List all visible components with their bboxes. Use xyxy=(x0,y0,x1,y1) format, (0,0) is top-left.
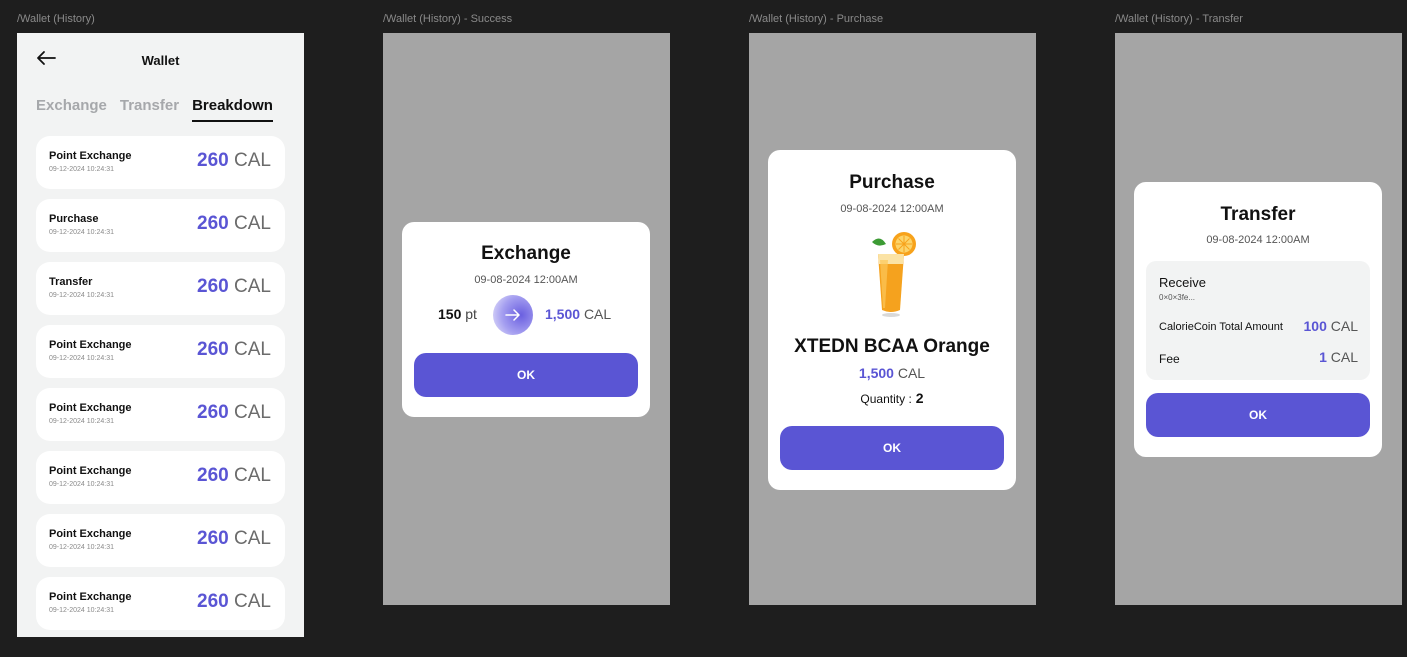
row-title: Point Exchange xyxy=(49,150,132,162)
row-date: 09-12-2024 10:24:31 xyxy=(49,418,114,425)
receive-label: Receive xyxy=(1159,275,1206,290)
exchange-to: 1,500 CAL xyxy=(545,306,612,322)
dialog-date: 09-08-2024 12:00AM xyxy=(1206,234,1310,246)
ok-button[interactable]: OK xyxy=(780,426,1004,470)
history-row[interactable]: Point Exchange 09-12-2024 10:24:31 260 CAL xyxy=(36,451,285,504)
receive-address: 0×0×3fe... xyxy=(1159,293,1196,302)
purchase-screen: Purchase 09-08-2024 12:00AM XTEDN BCAA O… xyxy=(749,33,1036,605)
row-amount: 260 CAL xyxy=(197,465,271,486)
history-row[interactable]: Point Exchange 09-12-2024 10:24:31 260 CAL xyxy=(36,325,285,378)
tab-breakdown[interactable]: Breakdown xyxy=(192,97,273,122)
row-date: 09-12-2024 10:24:31 xyxy=(49,355,114,362)
exchange-dialog: Exchange 09-08-2024 12:00AM 150 pt 1,500… xyxy=(402,222,650,417)
history-row[interactable]: Transfer 09-12-2024 10:24:31 260 CAL xyxy=(36,262,285,315)
row-title: Point Exchange xyxy=(49,591,132,603)
row-amount: 260 CAL xyxy=(197,276,271,297)
dialog-title: Transfer xyxy=(1220,204,1296,225)
ok-button[interactable]: OK xyxy=(414,353,638,397)
history-row[interactable]: Purchase 09-12-2024 10:24:31 260 CAL xyxy=(36,199,285,252)
product-image xyxy=(872,232,916,317)
row-amount: 260 CAL xyxy=(197,402,271,423)
row-date: 09-12-2024 10:24:31 xyxy=(49,607,114,614)
dialog-title: Exchange xyxy=(481,243,571,264)
dialog-date: 09-08-2024 12:00AM xyxy=(474,274,578,286)
frame-label-purchase: /Wallet (History) - Purchase xyxy=(749,13,884,25)
row-amount: 260 CAL xyxy=(197,591,271,612)
frame-label-success: /Wallet (History) - Success xyxy=(383,13,513,25)
dialog-title: Purchase xyxy=(849,172,935,193)
row-title: Point Exchange xyxy=(49,528,132,540)
total-amount-value: 100 CAL xyxy=(1303,318,1358,334)
frame-label-history: /Wallet (History) xyxy=(17,13,95,25)
row-date: 09-12-2024 10:24:31 xyxy=(49,544,114,551)
exchange-summary: 150 pt 1,500 CAL xyxy=(402,294,650,335)
row-amount: 260 CAL xyxy=(197,339,271,360)
ok-button[interactable]: OK xyxy=(1146,393,1370,437)
wallet-history-screen: Wallet Exchange Transfer Breakdown Point… xyxy=(17,33,304,637)
total-amount-label: CalorieCoin Total Amount xyxy=(1159,321,1283,333)
row-title: Point Exchange xyxy=(49,339,132,351)
history-list: Point Exchange 09-12-2024 10:24:31 260 CAL… xyxy=(36,136,285,640)
history-row[interactable]: Point Exchange 09-12-2024 10:24:31 260 CAL xyxy=(36,577,285,630)
frame-label-transfer: /Wallet (History) - Transfer xyxy=(1115,13,1243,25)
transfer-details: Receive 0×0×3fe... CalorieCoin Total Amo… xyxy=(1146,261,1370,380)
wallet-tabs: Exchange Transfer Breakdown xyxy=(36,97,273,122)
row-date: 09-12-2024 10:24:31 xyxy=(49,166,114,173)
product-quantity: Quantity :2 xyxy=(860,390,924,406)
page-title: Wallet xyxy=(141,53,180,68)
fee-value: 1 CAL xyxy=(1319,349,1358,365)
exchange-from: 150 pt xyxy=(438,306,477,322)
purchase-dialog: Purchase 09-08-2024 12:00AM XTEDN BCAA O… xyxy=(768,150,1016,490)
transfer-screen: Transfer 09-08-2024 12:00AM Receive 0×0×… xyxy=(1115,33,1402,605)
row-date: 09-12-2024 10:24:31 xyxy=(49,292,114,299)
row-title: Point Exchange xyxy=(49,402,132,414)
row-date: 09-12-2024 10:24:31 xyxy=(49,481,114,488)
row-title: Transfer xyxy=(49,276,93,288)
dialog-date: 09-08-2024 12:00AM xyxy=(840,203,944,215)
row-amount: 260 CAL xyxy=(197,528,271,549)
product-price: 1,500 CAL xyxy=(858,365,926,381)
history-row[interactable]: Point Exchange 09-12-2024 10:24:31 260 CAL xyxy=(36,388,285,441)
history-row[interactable]: Point Exchange 09-12-2024 10:24:31 260 CAL xyxy=(36,514,285,567)
row-title: Point Exchange xyxy=(49,465,132,477)
tab-exchange[interactable]: Exchange xyxy=(36,97,107,122)
fee-label: Fee xyxy=(1159,352,1180,366)
row-amount: 260 CAL xyxy=(197,213,271,234)
row-date: 09-12-2024 10:24:31 xyxy=(49,229,114,236)
row-amount: 260 CAL xyxy=(197,150,271,171)
arrow-right-icon xyxy=(493,295,533,335)
history-row[interactable]: Point Exchange 09-12-2024 10:24:31 260 CAL xyxy=(36,136,285,189)
product-name: XTEDN BCAA Orange xyxy=(794,336,990,357)
row-title: Purchase xyxy=(49,213,99,225)
tab-transfer[interactable]: Transfer xyxy=(120,97,179,122)
exchange-success-screen: Exchange 09-08-2024 12:00AM 150 pt 1,500… xyxy=(383,33,670,605)
transfer-dialog: Transfer 09-08-2024 12:00AM Receive 0×0×… xyxy=(1134,182,1382,457)
